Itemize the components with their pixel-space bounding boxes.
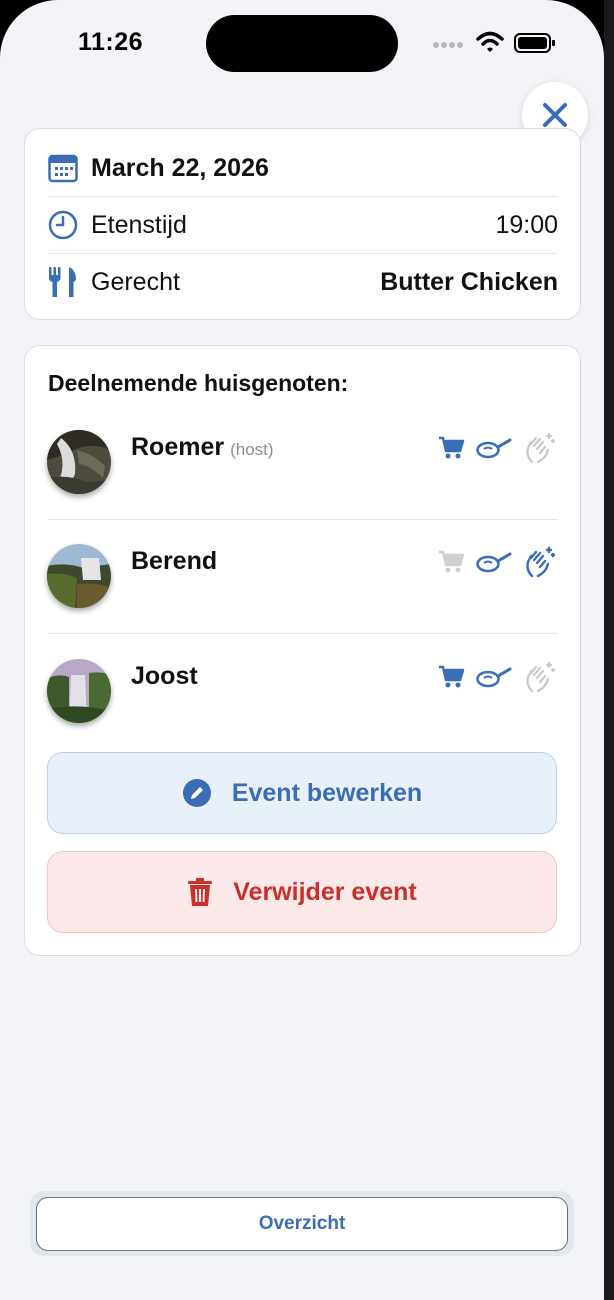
dish-label: Gerecht [91,267,180,296]
participants-card: Deelnemende huisgenoten: Roemer (host) B… [24,345,581,956]
calendar-icon [47,152,79,184]
host-tag: (host) [230,440,274,459]
avatar [47,659,111,723]
app-screen: 11:26 March 22, 2026 Etenstijd 19:00 Ger… [0,0,604,1300]
delete-event-label: Verwijder event [233,877,417,906]
battery-icon [514,33,555,53]
clock-icon [47,209,79,241]
member-name: Berend [131,547,218,575]
shopping-cart-icon[interactable] [434,430,470,466]
device-frame [604,0,614,1300]
trash-icon [187,877,213,907]
frying-pan-icon[interactable] [476,430,512,466]
event-date: March 22, 2026 [91,153,269,182]
member-tasks [434,430,558,466]
avatar [47,544,111,608]
frying-pan-icon[interactable] [476,659,512,695]
status-icons [432,30,557,58]
time-label: Etenstijd [91,210,187,239]
member-tasks [434,544,558,580]
edit-event-label: Event bewerken [231,778,423,807]
member-row: Berend [47,544,558,658]
cleaning-hands-icon[interactable] [522,430,558,466]
frying-pan-icon[interactable] [476,544,512,580]
avatar [47,430,111,494]
member-name: Joost [131,662,198,690]
time-value: 19:00 [495,210,558,239]
time-row: Etenstijd 19:00 [47,197,558,253]
dish-row: Gerecht Butter Chicken [47,254,558,310]
pencil-circle-icon [182,778,212,808]
cleaning-hands-icon[interactable] [522,544,558,580]
status-time: 11:26 [78,28,144,56]
overview-button[interactable]: Overzicht [36,1197,568,1251]
cellular-signal-icon [433,42,463,48]
fork-knife-icon [47,266,79,298]
member-name: Roemer (host) [131,433,274,461]
divider [47,633,558,634]
member-row: Roemer (host) [47,430,558,544]
wifi-icon [476,31,504,52]
divider [47,519,558,520]
close-icon [543,103,567,127]
dish-value: Butter Chicken [380,267,558,296]
dynamic-island [206,15,398,72]
date-row: March 22, 2026 [47,140,558,196]
event-info-card: March 22, 2026 Etenstijd 19:00 Gerecht B… [24,128,581,320]
shopping-cart-icon[interactable] [434,544,470,580]
delete-event-button[interactable]: Verwijder event [47,851,557,933]
bottom-bar: Overzicht [30,1191,574,1256]
shopping-cart-icon[interactable] [434,659,470,695]
cleaning-hands-icon[interactable] [522,659,558,695]
edit-event-button[interactable]: Event bewerken [47,752,557,834]
member-tasks [434,659,558,695]
participants-title: Deelnemende huisgenoten: [48,370,349,396]
